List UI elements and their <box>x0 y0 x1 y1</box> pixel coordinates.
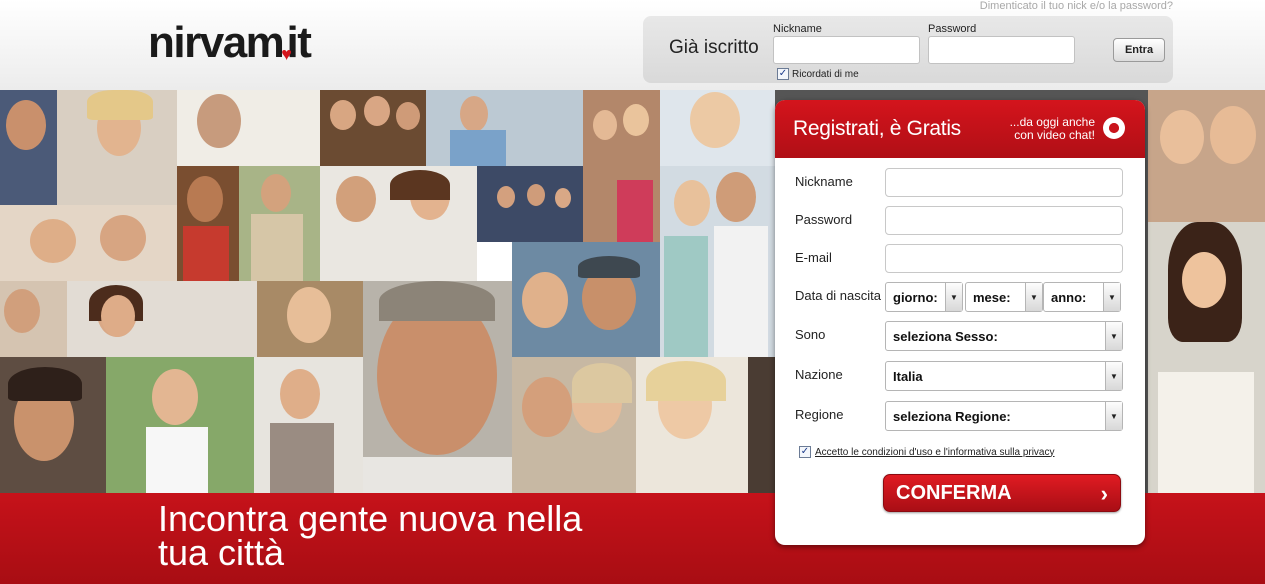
birth-day-select[interactable]: giorno: ▼ <box>885 282 963 312</box>
collage-photo <box>106 357 254 493</box>
login-password-label: Password <box>928 23 977 35</box>
chevron-down-icon: ▼ <box>1105 402 1122 430</box>
remember-me-label: Ricordati di me <box>792 68 859 80</box>
collage-photo <box>257 281 363 357</box>
chevron-right-icon: › <box>1100 481 1108 506</box>
chevron-down-icon: ▼ <box>1025 283 1042 311</box>
email-input[interactable] <box>885 244 1123 273</box>
heart-icon: ♥ <box>281 44 292 64</box>
terms-consent[interactable]: ✓ Accetto le condizioni d'uso e l'inform… <box>799 446 1055 458</box>
collage-photo <box>0 281 67 357</box>
collage-photo <box>1148 90 1265 222</box>
birth-year-select[interactable]: anno: ▼ <box>1043 282 1121 312</box>
collage-photo <box>177 90 320 166</box>
birth-year-value: anno: <box>1051 289 1087 305</box>
registration-header: Registrati, è Gratis ...da oggi anche co… <box>775 100 1145 158</box>
collage-photo <box>0 205 177 281</box>
registration-title: Registrati, è Gratis <box>793 117 961 140</box>
login-nickname-input[interactable] <box>773 36 920 64</box>
video-chat-promo: ...da oggi anche con video chat! <box>1010 116 1095 142</box>
forgot-credentials-link[interactable]: Dimenticato il tuo nick e/o la password? <box>980 0 1173 12</box>
country-select[interactable]: Italia ▼ <box>885 361 1123 391</box>
birth-month-value: mese: <box>973 289 1011 305</box>
header: nirvam♥it Dimenticato il tuo nick e/o la… <box>0 0 1265 90</box>
country-label: Nazione <box>795 367 843 382</box>
chevron-down-icon: ▼ <box>1103 283 1120 311</box>
remember-me-checkbox[interactable]: ✓ <box>777 68 789 80</box>
collage-photo <box>320 166 477 281</box>
collage-photo <box>583 90 660 242</box>
confirm-button[interactable]: CONFERMA › <box>883 474 1121 512</box>
birthdate-label: Data di nascita <box>795 288 881 303</box>
login-submit-button[interactable]: Entra <box>1113 38 1165 62</box>
logo[interactable]: nirvam♥it <box>148 18 312 68</box>
collage-photo <box>636 357 748 493</box>
collage-photo <box>57 90 177 205</box>
country-value: Italia <box>893 368 923 384</box>
tagline: Incontra gente nuova nella tua città <box>158 498 583 573</box>
region-label: Regione <box>795 407 844 422</box>
collage-photo <box>660 90 775 166</box>
collage-photo <box>748 357 775 493</box>
nickname-input[interactable] <box>885 168 1123 197</box>
password-label: Password <box>795 212 853 227</box>
collage-photo <box>0 357 106 493</box>
login-box: Già iscritto Nickname Password Entra ✓ R… <box>643 16 1173 83</box>
gender-value: seleziona Sesso: <box>893 328 998 344</box>
collage-photo <box>1148 222 1265 493</box>
login-title: Già iscritto <box>669 37 759 58</box>
collage-photo <box>0 90 57 205</box>
logo-text: nirvam <box>148 18 285 67</box>
region-select[interactable]: seleziona Regione: ▼ <box>885 401 1123 431</box>
tagline-line2: tua città <box>158 532 285 573</box>
birth-month-select[interactable]: mese: ▼ <box>965 282 1043 312</box>
nickname-label: Nickname <box>795 174 853 189</box>
region-value: seleziona Regione: <box>893 408 1011 424</box>
tagline-line1: Incontra gente nuova nella <box>158 498 583 539</box>
gender-select[interactable]: seleziona Sesso: ▼ <box>885 321 1123 351</box>
collage-photo <box>67 281 257 357</box>
login-nickname-label: Nickname <box>773 23 822 35</box>
collage-photo <box>254 357 363 493</box>
confirm-label: CONFERMA <box>896 481 1012 504</box>
birth-day-value: giorno: <box>893 289 938 305</box>
collage-photo <box>177 166 239 281</box>
collage-photo <box>477 242 512 281</box>
logo-suffix: it <box>286 18 311 67</box>
collage-photo <box>512 357 636 493</box>
collage-photo <box>477 166 583 242</box>
terms-checkbox[interactable]: ✓ <box>799 446 811 458</box>
collage-photo <box>512 242 660 357</box>
email-label: E-mail <box>795 250 832 265</box>
collage-photo <box>239 166 320 281</box>
terms-link[interactable]: Accetto le condizioni d'uso e l'informat… <box>815 447 1055 458</box>
login-password-input[interactable] <box>928 36 1075 64</box>
collage-photo <box>426 90 583 166</box>
chevron-down-icon: ▼ <box>945 283 962 311</box>
gender-label: Sono <box>795 327 826 342</box>
collage-photo <box>320 90 426 166</box>
webcam-icon <box>1103 117 1125 139</box>
chevron-down-icon: ▼ <box>1105 322 1122 350</box>
collage-photo <box>363 281 512 493</box>
remember-me[interactable]: ✓ Ricordati di me <box>777 68 859 80</box>
registration-panel: Registrati, è Gratis ...da oggi anche co… <box>775 100 1145 545</box>
password-input[interactable] <box>885 206 1123 235</box>
collage-photo <box>660 166 775 357</box>
promo-line2: con video chat! <box>1014 128 1095 142</box>
chevron-down-icon: ▼ <box>1105 362 1122 390</box>
